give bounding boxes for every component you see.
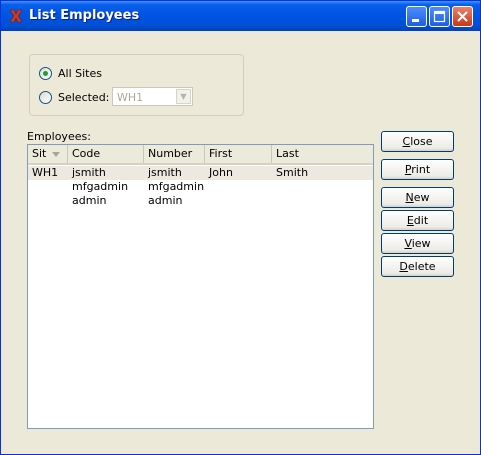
close-icon — [457, 11, 468, 22]
cell-site: WH1 — [32, 166, 59, 179]
app-x-icon — [9, 9, 23, 23]
window-title: List Employees — [29, 8, 140, 23]
chevron-down-icon[interactable]: ▼ — [176, 89, 191, 104]
column-header-code[interactable]: Code — [68, 145, 144, 163]
delete-button[interactable]: Delete — [381, 256, 454, 277]
cell-first: John — [209, 166, 233, 179]
cell-code: mfgadmin — [72, 180, 129, 193]
table-row[interactable]: WH1 jsmith jsmith John Smith — [28, 166, 373, 180]
cell-number: jsmith — [148, 166, 182, 179]
cell-code: admin — [72, 194, 107, 207]
column-header-last[interactable]: Last — [272, 145, 373, 163]
minimize-button[interactable] — [406, 6, 427, 27]
column-header-first[interactable]: First — [205, 145, 272, 163]
title-bar[interactable]: List Employees — [1, 1, 480, 31]
radio-selected-dot — [43, 71, 48, 76]
site-combobox-value: WH1 — [117, 91, 144, 104]
employees-label: Employees: — [27, 130, 91, 143]
maximize-icon — [433, 10, 446, 23]
site-combobox[interactable]: WH1 ▼ — [112, 87, 193, 106]
cell-code: jsmith — [72, 166, 106, 179]
column-header-number[interactable]: Number — [144, 145, 205, 163]
cell-number: mfgadmin — [148, 180, 205, 193]
all-sites-label[interactable]: All Sites — [58, 67, 102, 80]
selected-site-radio[interactable] — [39, 91, 52, 104]
all-sites-radio[interactable] — [39, 67, 52, 80]
site-filter-group — [29, 54, 244, 116]
sort-indicator-icon — [52, 151, 61, 157]
print-button[interactable]: Print — [381, 159, 454, 180]
list-header: Sit Code Number First Last — [28, 145, 373, 165]
selected-site-label[interactable]: Selected: — [58, 91, 109, 104]
employees-list[interactable]: Sit Code Number First Last WH1 jsmith js… — [27, 144, 374, 429]
table-row[interactable]: admin admin — [28, 194, 373, 208]
dialog-body: All Sites Selected: WH1 ▼ Employees: Sit… — [5, 31, 476, 450]
maximize-button[interactable] — [429, 6, 450, 27]
view-button[interactable]: View — [381, 233, 454, 254]
minimize-icon — [412, 19, 419, 22]
table-row[interactable]: mfgadmin mfgadmin — [28, 180, 373, 194]
new-button[interactable]: New — [381, 187, 454, 208]
cell-number: admin — [148, 194, 183, 207]
cell-last: Smith — [276, 166, 309, 179]
close-window-button[interactable] — [452, 6, 473, 27]
edit-button[interactable]: Edit — [381, 210, 454, 231]
close-button[interactable]: Close — [381, 131, 454, 152]
list-employees-window: List Employees All Sites Selected: WH1 ▼… — [0, 0, 481, 455]
column-header-site[interactable]: Sit — [28, 145, 68, 163]
